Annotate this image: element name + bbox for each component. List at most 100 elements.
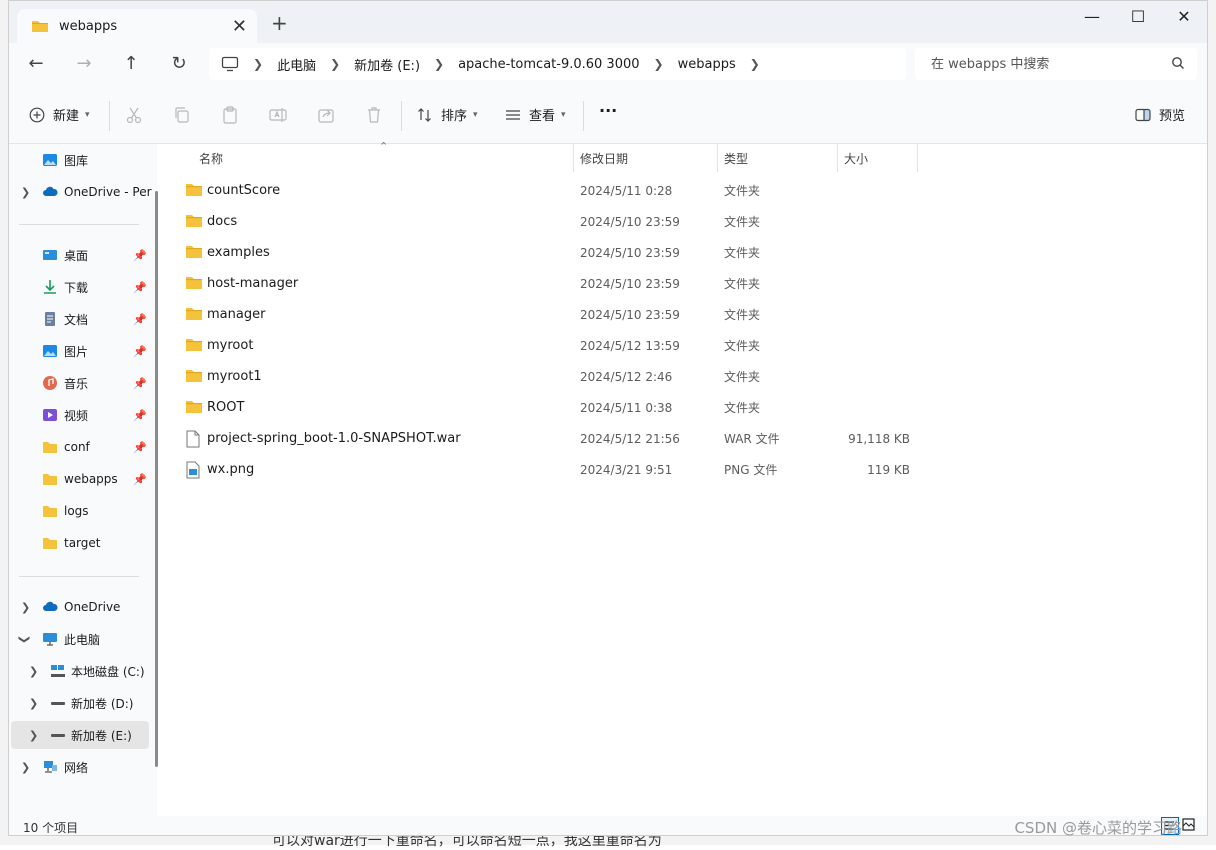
back-icon[interactable]: ← <box>21 53 51 74</box>
file-date: 2024/5/12 2:46 <box>580 369 673 384</box>
close-window-button[interactable]: ✕ <box>1161 7 1207 26</box>
new-tab-button[interactable]: + <box>271 11 288 35</box>
sidebar-scrollbar[interactable] <box>155 191 158 767</box>
sidebar-divider <box>19 224 139 225</box>
table-row[interactable]: host-manager 2024/5/10 23:59 文件夹 <box>183 268 913 299</box>
table-row[interactable]: countScore 2024/5/11 0:28 文件夹 <box>183 175 913 206</box>
pin-icon[interactable]: 📌 <box>133 473 147 486</box>
sort-button[interactable]: 排序 ▾ <box>417 105 478 124</box>
sidebar-item-desktop[interactable]: 桌面 📌 <box>9 241 157 269</box>
table-row[interactable]: ROOT 2024/5/11 0:38 文件夹 <box>183 392 913 423</box>
sidebar-item-gallery[interactable]: 图库 <box>9 146 157 174</box>
file-type: 文件夹 <box>724 277 761 291</box>
chevron-right-icon[interactable]: ❯ <box>29 729 38 742</box>
tab-title: webapps <box>59 18 118 34</box>
sidebar-item-pictures[interactable]: 图片 📌 <box>9 337 157 365</box>
sidebar-item-videos[interactable]: 视频 📌 <box>9 401 157 429</box>
sidebar-item-documents[interactable]: 文档 📌 <box>9 305 157 333</box>
file-type: 文件夹 <box>724 339 761 353</box>
preview-button[interactable]: 预览 <box>1135 105 1185 124</box>
tab-webapps[interactable]: webapps ✕ <box>17 9 257 43</box>
search-icon[interactable] <box>1171 56 1185 70</box>
column-divider[interactable] <box>837 144 838 172</box>
breadcrumb-drive-e[interactable]: 新加卷 (E:) <box>354 55 420 74</box>
forward-icon[interactable]: → <box>69 53 99 74</box>
cut-icon[interactable] <box>124 105 144 125</box>
chevron-right-icon[interactable]: ❯ <box>21 186 30 199</box>
sidebar-item-label: 音乐 <box>64 376 89 391</box>
tab-close-icon[interactable]: ✕ <box>232 16 247 37</box>
chevron-right-icon[interactable]: ❯ <box>21 761 30 774</box>
table-row[interactable]: wx.png 2024/3/21 9:51 PNG 文件 119 KB <box>183 454 913 485</box>
sidebar-item-onedrive[interactable]: ❯ OneDrive <box>9 593 157 621</box>
table-row[interactable]: docs 2024/5/10 23:59 文件夹 <box>183 206 913 237</box>
table-row[interactable]: manager 2024/5/10 23:59 文件夹 <box>183 299 913 330</box>
sidebar-item-logs[interactable]: logs <box>9 497 157 525</box>
up-icon[interactable]: ↑ <box>116 53 146 74</box>
pin-icon[interactable]: 📌 <box>133 377 147 390</box>
pin-icon[interactable]: 📌 <box>133 281 147 294</box>
table-row[interactable]: project-spring_boot-1.0-SNAPSHOT.war 2024… <box>183 423 913 454</box>
sidebar-item-drive-d[interactable]: ❯ 新加卷 (D:) <box>9 689 157 717</box>
column-divider[interactable] <box>717 144 718 172</box>
table-row[interactable]: myroot 2024/5/12 13:59 文件夹 <box>183 330 913 361</box>
pin-icon[interactable]: 📌 <box>133 409 147 422</box>
search-box[interactable] <box>915 48 1197 80</box>
chevron-right-icon[interactable]: ❯ <box>29 697 38 710</box>
computer-icon <box>221 56 239 72</box>
pin-icon[interactable]: 📌 <box>133 313 147 326</box>
chevron-right-icon[interactable]: ❯ <box>330 57 340 71</box>
refresh-icon[interactable]: ↻ <box>164 53 194 74</box>
column-header-date[interactable]: 修改日期 <box>580 144 628 172</box>
new-button[interactable]: 新建 ▾ <box>29 105 90 124</box>
chevron-right-icon[interactable]: ❯ <box>253 57 263 71</box>
pin-icon[interactable]: 📌 <box>133 249 147 262</box>
pin-icon[interactable]: 📌 <box>133 345 147 358</box>
search-input[interactable] <box>929 55 1163 73</box>
sidebar-item-target[interactable]: target <box>9 529 157 557</box>
view-button[interactable]: 查看 ▾ <box>505 105 566 124</box>
address-bar[interactable]: ❯ 此电脑 ❯ 新加卷 (E:) ❯ apache-tomcat-9.0.60 … <box>209 48 906 80</box>
sidebar-item-label: 图片 <box>64 344 89 359</box>
file-name: wx.png <box>207 462 255 477</box>
chevron-right-icon[interactable]: ❯ <box>29 665 38 678</box>
windows-drive-icon <box>51 665 65 677</box>
column-header-type[interactable]: 类型 <box>724 144 748 172</box>
maximize-button[interactable]: ☐ <box>1115 7 1161 26</box>
file-date: 2024/3/21 9:51 <box>580 462 673 477</box>
column-divider[interactable] <box>917 144 918 172</box>
thumbnail-view-button[interactable] <box>1181 817 1199 835</box>
folder-icon <box>186 339 202 351</box>
more-options-button[interactable]: ··· <box>599 101 617 120</box>
column-header-size[interactable]: 大小 <box>844 144 868 172</box>
chevron-down-icon[interactable]: ❯ <box>18 634 31 643</box>
breadcrumb-webapps[interactable]: webapps <box>678 57 736 72</box>
pin-icon[interactable]: 📌 <box>133 441 147 454</box>
rename-icon[interactable] <box>268 105 288 125</box>
sidebar-item-onedrive-personal[interactable]: ❯ OneDrive - Per <box>9 178 157 206</box>
copy-icon[interactable] <box>172 105 192 125</box>
sidebar-item-downloads[interactable]: 下载 📌 <box>9 273 157 301</box>
chevron-right-icon[interactable]: ❯ <box>21 601 30 614</box>
minimize-button[interactable]: — <box>1069 7 1115 26</box>
sidebar-item-drive-c[interactable]: ❯ 本地磁盘 (C:) <box>9 657 157 685</box>
chevron-right-icon[interactable]: ❯ <box>434 57 444 71</box>
table-row[interactable]: examples 2024/5/10 23:59 文件夹 <box>183 237 913 268</box>
sidebar-item-webapps[interactable]: webapps 📌 <box>9 465 157 493</box>
sidebar-item-conf[interactable]: conf 📌 <box>9 433 157 461</box>
sidebar-item-network[interactable]: ❯ 网络 <box>9 753 157 781</box>
column-header-name[interactable]: 名称 <box>199 144 223 172</box>
breadcrumb-this-pc[interactable]: 此电脑 <box>277 55 316 74</box>
column-divider[interactable] <box>573 144 574 172</box>
chevron-right-icon[interactable]: ❯ <box>750 57 760 71</box>
table-row[interactable]: myroot1 2024/5/12 2:46 文件夹 <box>183 361 913 392</box>
toolbar-divider <box>401 101 402 131</box>
sidebar-item-music[interactable]: 音乐 📌 <box>9 369 157 397</box>
paste-icon[interactable] <box>220 105 240 125</box>
chevron-right-icon[interactable]: ❯ <box>654 57 664 71</box>
share-icon[interactable] <box>316 105 336 125</box>
breadcrumb-tomcat[interactable]: apache-tomcat-9.0.60 3000 <box>458 57 639 72</box>
sidebar-item-drive-e[interactable]: ❯ 新加卷 (E:) <box>11 721 149 749</box>
delete-icon[interactable] <box>364 105 384 125</box>
sidebar-item-this-pc[interactable]: ❯ 此电脑 <box>9 625 157 653</box>
